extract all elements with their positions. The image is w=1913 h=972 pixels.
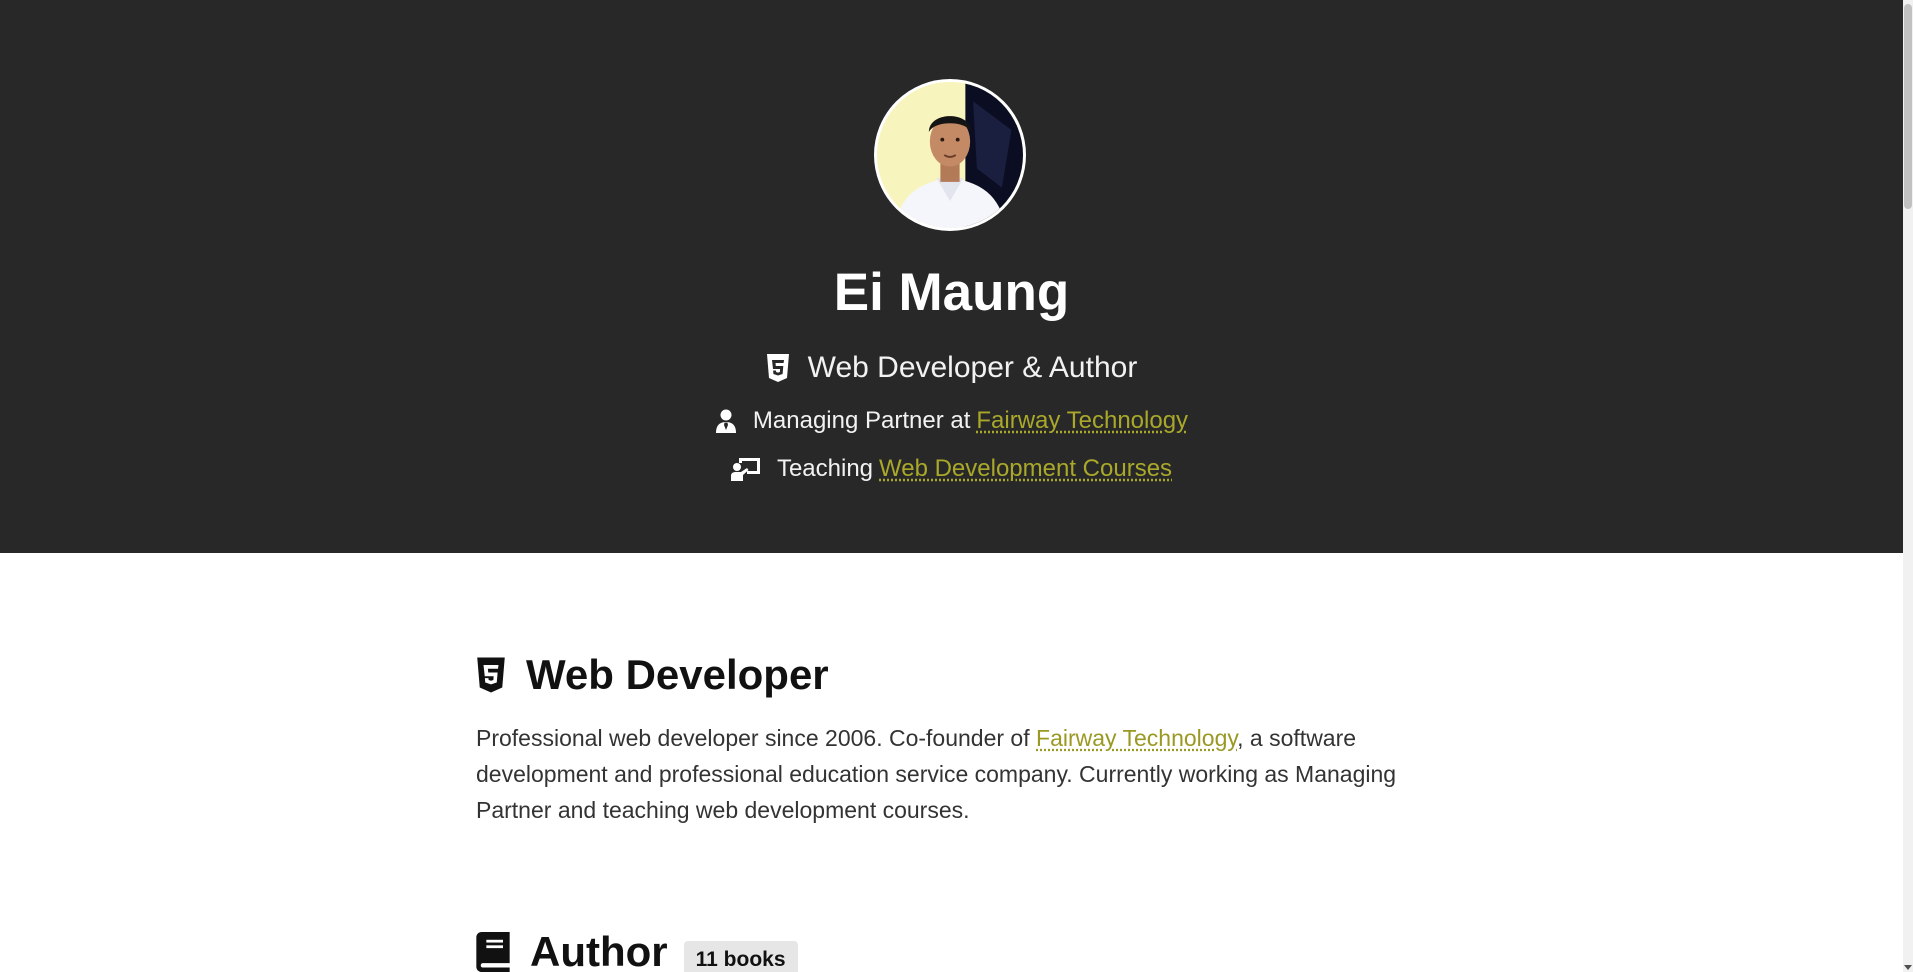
hero-header: Ei Maung Web Developer & Author Managing…: [0, 0, 1903, 553]
developer-title-text: Web Developer: [526, 651, 829, 698]
book-icon: [476, 932, 510, 972]
tagline-text: Web Developer & Author: [807, 351, 1138, 384]
author-title-text: Author: [530, 928, 668, 972]
tagline: Web Developer & Author: [0, 348, 1903, 388]
teaching-prefix: Teaching: [776, 455, 874, 482]
scroll-down-arrow-icon[interactable]: [1904, 965, 1912, 970]
books-count-badge: 11 books: [683, 941, 798, 972]
developer-description: Professional web developer since 2006. C…: [476, 720, 1436, 828]
role-prefix: Managing Partner at: [752, 407, 971, 434]
avatar: [874, 79, 1026, 231]
profile-name: Ei Maung: [833, 263, 1070, 322]
courses-link[interactable]: Web Development Courses: [879, 452, 1172, 486]
html5-icon: [766, 354, 790, 382]
avatar-photo: [877, 82, 1023, 228]
page: Ei Maung Web Developer & Author Managing…: [0, 0, 1913, 972]
user-tie-icon: [715, 409, 737, 433]
chalkboard-teacher-icon: [730, 457, 761, 481]
scrollbar-thumb[interactable]: [1904, 4, 1912, 209]
content-area: Ei Maung Web Developer & Author Managing…: [0, 0, 1903, 972]
role-line: Managing Partner at Fairway Technology: [0, 404, 1903, 438]
html5-icon: [476, 657, 506, 693]
developer-body-before: Professional web developer since 2006. C…: [476, 725, 1037, 751]
developer-section-title: Web Developer: [476, 650, 829, 700]
vertical-scrollbar[interactable]: [1903, 0, 1913, 972]
author-section-title: Author 11 books: [476, 925, 798, 972]
role-company-link[interactable]: Fairway Technology: [976, 404, 1188, 438]
fairway-technology-link[interactable]: Fairway Technology: [1036, 725, 1237, 751]
teaching-line: Teaching Web Development Courses: [0, 452, 1903, 486]
